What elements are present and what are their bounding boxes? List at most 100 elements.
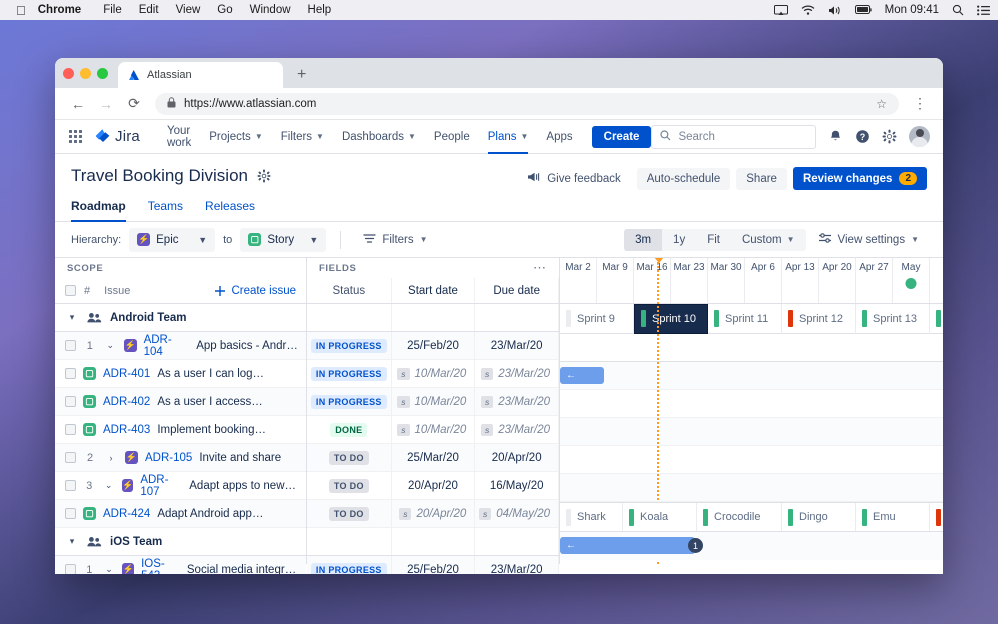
jira-logo[interactable]: Jira: [94, 128, 140, 145]
app-switcher-icon[interactable]: [69, 130, 82, 143]
team-group-row[interactable]: ▾ Android Team: [55, 304, 306, 332]
wifi-icon[interactable]: [801, 5, 815, 16]
reload-button[interactable]: ⟳: [121, 91, 147, 117]
volume-icon[interactable]: [828, 5, 842, 16]
select-all-checkbox[interactable]: [65, 285, 76, 296]
due-date-cell[interactable]: 16/May/20: [475, 472, 559, 499]
browser-menu-button[interactable]: ⋮: [907, 91, 933, 117]
sprint-chip[interactable]: Sprint 10: [634, 303, 708, 334]
nav-apps[interactable]: Apps: [537, 120, 581, 154]
status-cell[interactable]: TO DO: [307, 472, 392, 499]
scope-row[interactable]: ▢ ADR-424 Adapt Android app…: [55, 500, 306, 528]
sprint-chip[interactable]: Sprint 12: [782, 303, 856, 334]
menu-item-chrome[interactable]: Chrome: [38, 4, 81, 16]
status-cell[interactable]: TO DO: [307, 444, 392, 471]
scope-row[interactable]: ▢ ADR-401 As a user I can log…: [55, 360, 306, 388]
row-expand-icon[interactable]: ⌄: [102, 480, 114, 491]
issue-key[interactable]: ADR-424: [103, 508, 150, 520]
nav-projects[interactable]: Projects ▼: [200, 120, 271, 154]
due-date-cell[interactable]: s 23/Mar/20: [475, 360, 559, 387]
give-feedback-button[interactable]: Give feedback: [517, 166, 631, 191]
due-date-cell[interactable]: 23/Mar/20: [475, 556, 559, 574]
status-cell[interactable]: IN PROGRESS: [307, 360, 392, 387]
scope-row[interactable]: 3 ⌄ ⚡ ADR-107 Adapt apps to new pa…: [55, 472, 306, 500]
sprint-chip[interactable]: Sprint 11: [708, 303, 782, 334]
status-cell[interactable]: IN PROGRESS: [307, 332, 392, 359]
sprint-chip[interactable]: Emu: [856, 503, 930, 531]
auto-schedule-button[interactable]: Auto-schedule: [636, 167, 731, 190]
scope-row[interactable]: ▢ ADR-402 As a user I access…: [55, 388, 306, 416]
row-checkbox[interactable]: [65, 564, 76, 574]
nav-dashboards[interactable]: Dashboards ▼: [333, 120, 425, 154]
new-tab-button[interactable]: +: [297, 67, 306, 83]
sprint-chip[interactable]: Dingo: [782, 503, 856, 531]
column-header-status[interactable]: Status: [307, 278, 392, 303]
sprint-chip[interactable]: Sprint 13: [856, 303, 930, 334]
timeline-bar[interactable]: ←: [560, 367, 604, 384]
due-date-cell[interactable]: s 23/Mar/20: [475, 388, 559, 415]
spotlight-search-icon[interactable]: [952, 4, 964, 16]
view-settings-button[interactable]: View settings ▼: [810, 228, 927, 251]
scope-row[interactable]: 1 ⌄ ⚡ IOS-543 Social media integration: [55, 556, 306, 574]
group-expand-icon[interactable]: ▾: [65, 536, 79, 547]
user-avatar[interactable]: [909, 126, 931, 147]
zoom-option-custom[interactable]: Custom ▼: [731, 229, 806, 251]
hierarchy-to-select[interactable]: ▢ Story ▼: [240, 227, 327, 252]
issue-key[interactable]: ADR-402: [103, 396, 150, 408]
row-checkbox[interactable]: [65, 396, 76, 407]
tab-releases[interactable]: Releases: [205, 199, 255, 221]
timeline-bar[interactable]: ←: [560, 537, 695, 554]
review-changes-button[interactable]: Review changes 2: [792, 167, 927, 190]
status-cell[interactable]: TO DO: [307, 500, 392, 527]
start-date-cell[interactable]: s 10/Mar/20: [392, 360, 476, 387]
scope-row[interactable]: 1 ⌄ ⚡ ADR-104 App basics - Android: [55, 332, 306, 360]
fields-more-options-icon[interactable]: ⋯: [533, 260, 547, 276]
scope-row[interactable]: 2 › ⚡ ADR-105 Invite and share: [55, 444, 306, 472]
zoom-option-1y[interactable]: 1y: [662, 229, 696, 251]
plan-settings-gear-icon[interactable]: [257, 169, 271, 183]
row-expand-icon[interactable]: ⌄: [104, 340, 118, 351]
start-date-cell[interactable]: s 10/Mar/20: [392, 416, 476, 443]
zoom-option-3m[interactable]: 3m: [624, 228, 663, 251]
menu-item-view[interactable]: View: [176, 4, 201, 16]
filters-button[interactable]: Filters ▼: [355, 229, 435, 251]
create-issue-button[interactable]: Create issue: [214, 285, 296, 297]
row-checkbox[interactable]: [65, 368, 76, 379]
start-date-cell[interactable]: 25/Feb/20: [392, 556, 476, 574]
start-date-cell[interactable]: s 10/Mar/20: [392, 388, 476, 415]
share-button[interactable]: Share: [736, 167, 787, 190]
start-date-cell[interactable]: 25/Feb/20: [392, 332, 476, 359]
control-center-icon[interactable]: [977, 5, 990, 16]
maximize-window-button[interactable]: [97, 67, 108, 79]
sprint-chip[interactable]: Shark: [560, 503, 623, 531]
settings-gear-icon[interactable]: [882, 129, 897, 144]
back-button[interactable]: ←: [65, 91, 91, 117]
zoom-option-fit[interactable]: Fit: [696, 229, 731, 251]
status-cell[interactable]: IN PROGRESS: [307, 556, 392, 574]
row-checkbox[interactable]: [65, 340, 76, 351]
row-checkbox[interactable]: [65, 424, 76, 435]
browser-tab-atlassian[interactable]: Atlassian: [118, 62, 283, 88]
issue-key[interactable]: ADR-107: [140, 474, 182, 498]
notifications-icon[interactable]: [828, 129, 843, 144]
issue-key[interactable]: ADR-105: [145, 452, 192, 464]
group-expand-icon[interactable]: ▾: [65, 312, 79, 323]
bookmark-star-icon[interactable]: ☆: [876, 97, 887, 111]
issue-key[interactable]: ADR-403: [103, 424, 150, 436]
column-header-due-date[interactable]: Due date: [475, 278, 559, 303]
sprint-chip[interactable]: Spr: [930, 304, 943, 334]
sprint-chip[interactable]: Koala: [623, 503, 697, 531]
due-date-cell[interactable]: s 04/May/20: [475, 500, 559, 527]
release-dot-icon[interactable]: [905, 278, 917, 289]
apple-logo-icon[interactable]: : [16, 4, 26, 17]
hierarchy-from-select[interactable]: ⚡ Epic ▼: [129, 227, 216, 252]
nav-plans[interactable]: Plans ▼: [479, 120, 538, 154]
search-input[interactable]: Search: [651, 124, 817, 149]
row-checkbox[interactable]: [65, 508, 76, 519]
minimize-window-button[interactable]: [80, 67, 91, 79]
start-date-cell[interactable]: s 20/Apr/20: [392, 500, 476, 527]
close-window-button[interactable]: [63, 67, 74, 79]
battery-icon[interactable]: [854, 5, 872, 15]
due-date-cell[interactable]: s 23/Mar/20: [475, 416, 559, 443]
row-expand-icon[interactable]: ⌄: [103, 564, 116, 574]
